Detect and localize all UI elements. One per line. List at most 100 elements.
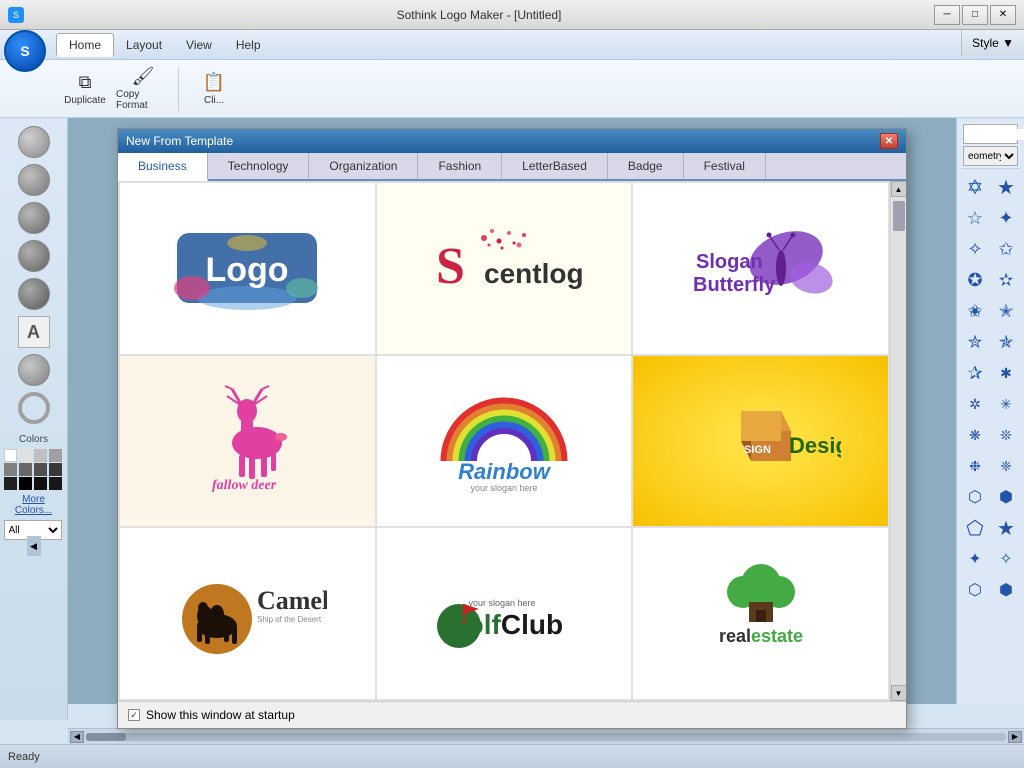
tool-circle-3[interactable] [18, 202, 50, 234]
scroll-area[interactable] [892, 197, 906, 685]
scroll-right-button[interactable]: ▶ [1008, 731, 1022, 743]
logo-cell-fallow-deer[interactable]: fallow deer [119, 355, 376, 528]
shape-pentagon[interactable]: ⬠ [961, 514, 989, 542]
shape-star13[interactable]: ✦ [961, 545, 989, 573]
shape-snowflake2[interactable]: ❊ [992, 421, 1020, 449]
shape-hexagon1[interactable]: ⬡ [961, 483, 989, 511]
color-gray6[interactable] [4, 477, 17, 490]
shape-snowflake3[interactable]: ❉ [961, 452, 989, 480]
logo-svg-signdesign: SIGN Design [681, 381, 841, 501]
shape-star5[interactable]: ✪ [961, 266, 989, 294]
tab-letterbased[interactable]: LetterBased [502, 153, 608, 179]
close-button[interactable]: ✕ [990, 5, 1016, 25]
color-silver[interactable] [34, 449, 47, 462]
menu-layout[interactable]: Layout [114, 34, 174, 56]
color-white[interactable] [4, 449, 17, 462]
geometry-select[interactable]: eometry Geometry [963, 146, 1018, 166]
startup-checkbox-label: Show this window at startup [146, 708, 295, 722]
shape-star6[interactable]: ✫ [992, 266, 1020, 294]
tab-festival[interactable]: Festival [684, 153, 766, 179]
tab-technology[interactable]: Technology [208, 153, 310, 179]
shape-snowflake1[interactable]: ❋ [961, 421, 989, 449]
shape-asterisk3[interactable]: ✳ [992, 390, 1020, 418]
color-gray3[interactable] [19, 463, 32, 476]
startup-checkbox[interactable] [128, 709, 140, 721]
shape-star12[interactable]: ★ [992, 514, 1020, 542]
color-gray1[interactable] [49, 449, 62, 462]
shape-hexagon3[interactable]: ⬡ [961, 576, 989, 604]
dialog-close-button[interactable]: ✕ [880, 133, 898, 149]
logo-cell-rainbow[interactable]: Rainbow your slogan here [376, 355, 633, 528]
color-darkgray[interactable] [49, 477, 62, 490]
svg-text:SIGN: SIGN [744, 444, 771, 456]
h-scroll-thumb[interactable] [86, 733, 126, 741]
copy-format-icon: 🖌 [132, 66, 155, 87]
h-scrollbar: ◀ ▶ [68, 728, 1024, 744]
menu-home[interactable]: Home [56, 33, 114, 57]
shape-star11[interactable]: ✰ [961, 359, 989, 387]
style-button[interactable]: Style ▼ [961, 30, 1024, 56]
logo-cell-realestate[interactable]: realestate [632, 527, 889, 700]
dialog-tabs: Business Technology Organization Fashion… [118, 153, 906, 181]
shape-star-5[interactable]: ★ [992, 173, 1020, 201]
clipboard-button[interactable]: 📋 Cli... [187, 62, 241, 116]
shape-star2[interactable]: ✦ [992, 204, 1020, 232]
logo-cell-signdesign[interactable]: SIGN Design [632, 355, 889, 528]
shape-star10[interactable]: ✯ [992, 328, 1020, 356]
tool-circle-4[interactable] [18, 240, 50, 272]
toolbar-separator [178, 67, 179, 111]
tab-fashion[interactable]: Fashion [418, 153, 502, 179]
scroll-left-button[interactable]: ◀ [70, 731, 84, 743]
shape-hexagon2[interactable]: ⬢ [992, 483, 1020, 511]
tool-text[interactable]: A [18, 316, 50, 348]
h-scroll-track [86, 733, 1006, 741]
logo-cell-scentlogo[interactable]: S centlogo [376, 182, 633, 355]
color-black[interactable] [19, 477, 32, 490]
shape-asterisk2[interactable]: ✲ [961, 390, 989, 418]
shape-star-outline[interactable]: ☆ [961, 204, 989, 232]
copy-format-button[interactable]: 🖌 Copy Format [116, 62, 170, 116]
shape-snowflake4[interactable]: ❈ [992, 452, 1020, 480]
left-panel-toggle[interactable]: ◀ [27, 536, 41, 556]
svg-text:realestate: realestate [719, 626, 803, 646]
color-nearblack[interactable] [34, 477, 47, 490]
shape-6point-star[interactable]: ✡ [961, 173, 989, 201]
shape-star14[interactable]: ✧ [992, 545, 1020, 573]
logo-cell-butterfly[interactable]: Slogan Butterfly [632, 182, 889, 355]
restore-button[interactable]: □ [962, 5, 988, 25]
scroll-down-button[interactable]: ▼ [891, 685, 907, 701]
tool-circle-2[interactable] [18, 164, 50, 196]
tool-circle-6[interactable] [18, 354, 50, 386]
tool-circle-5[interactable] [18, 278, 50, 310]
shape-hexagon4[interactable]: ⬢ [992, 576, 1020, 604]
minimize-button[interactable]: ─ [934, 5, 960, 25]
shape-asterisk1[interactable]: ✱ [992, 359, 1020, 387]
color-gray4[interactable] [34, 463, 47, 476]
shape-star8[interactable]: ✭ [992, 297, 1020, 325]
menu-help[interactable]: Help [224, 34, 273, 56]
logo-cell-camel[interactable]: Camel Ship of the Desert [119, 527, 376, 700]
color-lightgray[interactable] [19, 449, 32, 462]
tab-badge[interactable]: Badge [608, 153, 684, 179]
window-controls: ─ □ ✕ [934, 5, 1016, 25]
shape-star9[interactable]: ✮ [961, 328, 989, 356]
search-input[interactable] [964, 129, 1024, 140]
tab-business[interactable]: Business [118, 153, 208, 181]
tool-ring[interactable] [18, 392, 50, 424]
color-gray5[interactable] [49, 463, 62, 476]
menu-view[interactable]: View [174, 34, 224, 56]
scroll-up-button[interactable]: ▲ [891, 181, 907, 197]
logo-cell-golfclub[interactable]: your slogan here GolfClub [376, 527, 633, 700]
duplicate-button[interactable]: ⧉ Duplicate [58, 62, 112, 116]
svg-text:Rainbow: Rainbow [458, 459, 552, 484]
logo-cell-logo[interactable]: Logo [119, 182, 376, 355]
shape-star7[interactable]: ✬ [961, 297, 989, 325]
scroll-handle[interactable] [893, 201, 905, 231]
shape-star4[interactable]: ✩ [992, 235, 1020, 263]
color-gray2[interactable] [4, 463, 17, 476]
svg-text:your slogan here: your slogan here [468, 598, 535, 608]
tool-circle-1[interactable] [18, 126, 50, 158]
tab-organization[interactable]: Organization [309, 153, 418, 179]
shape-star3[interactable]: ✧ [961, 235, 989, 263]
more-colors-link[interactable]: More Colors... [4, 494, 64, 516]
